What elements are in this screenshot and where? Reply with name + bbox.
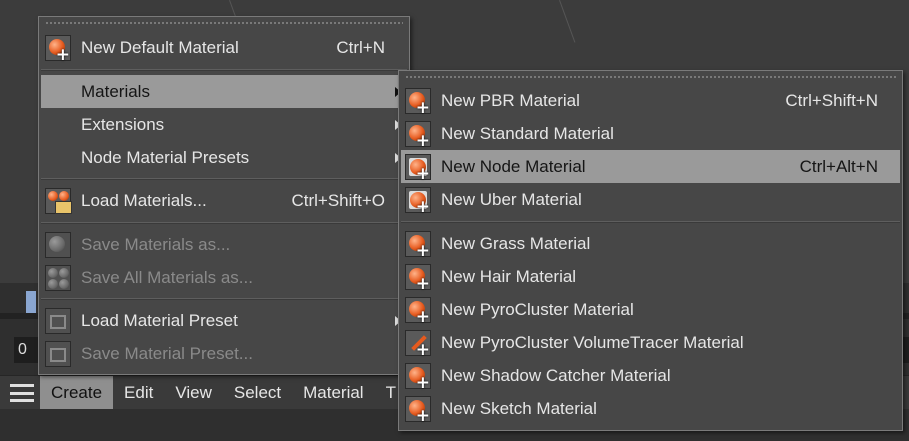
frame-field[interactable]: 0 — [14, 337, 40, 363]
menu-item-save-material-preset[interactable]: Save Material Preset... — [41, 337, 407, 370]
menu-create[interactable]: Create — [40, 376, 114, 410]
pbr-material-icon: + — [405, 88, 431, 117]
grass-material-icon: + — [405, 231, 431, 260]
load-preset-icon — [45, 308, 71, 334]
menu-item-new-shadow-catcher-material[interactable]: + New Shadow Catcher Material — [401, 359, 900, 392]
hair-material-icon: + — [405, 264, 431, 293]
new-material-icon: + — [45, 35, 71, 64]
menu-item-materials[interactable]: Materials — [41, 75, 407, 108]
save-preset-icon — [45, 341, 71, 367]
menu-separator — [41, 69, 407, 71]
menu-edit[interactable]: Edit — [113, 376, 164, 410]
viewport-grid-line — [559, 0, 576, 43]
sketch-material-icon: + — [405, 396, 431, 425]
pyrocluster-material-icon: + — [405, 297, 431, 326]
menu-separator — [41, 178, 407, 180]
menu-item-new-hair-material[interactable]: + New Hair Material — [401, 260, 900, 293]
menu-item-new-node-material[interactable]: + New Node Material Ctrl+Alt+N — [401, 150, 900, 183]
menu-item-new-default-material[interactable]: + New Default Material Ctrl+N — [41, 31, 407, 64]
pyrocluster-volumetracer-icon: + — [405, 330, 431, 359]
menu-item-new-standard-material[interactable]: + New Standard Material — [401, 117, 900, 150]
menu-item-save-all-materials-as[interactable]: Save All Materials as... — [41, 261, 407, 294]
menu-grip[interactable] — [45, 21, 403, 25]
menu-material[interactable]: Material — [292, 376, 374, 410]
menu-separator — [401, 221, 900, 223]
standard-material-icon: + — [405, 121, 431, 150]
menu-item-extensions[interactable]: Extensions — [41, 108, 407, 141]
menu-item-node-material-presets[interactable]: Node Material Presets — [41, 141, 407, 174]
create-menu: + New Default Material Ctrl+N Materials … — [38, 16, 410, 375]
menu-select[interactable]: Select — [223, 376, 292, 410]
menu-item-new-pyrocluster-material[interactable]: + New PyroCluster Material — [401, 293, 900, 326]
materials-submenu: + New PBR Material Ctrl+Shift+N + New St… — [398, 70, 903, 431]
menu-item-new-pbr-material[interactable]: + New PBR Material Ctrl+Shift+N — [401, 84, 900, 117]
menu-separator — [41, 222, 407, 224]
node-material-icon: + — [405, 154, 431, 183]
load-materials-icon — [45, 188, 72, 214]
menu-separator — [41, 298, 407, 300]
menu-item-new-sketch-material[interactable]: + New Sketch Material — [401, 392, 900, 425]
menu-item-load-material-preset[interactable]: Load Material Preset — [41, 304, 407, 337]
menu-grip[interactable] — [405, 75, 896, 79]
shadow-catcher-icon: + — [405, 363, 431, 392]
hamburger-menu-icon[interactable] — [10, 384, 34, 402]
uber-material-icon: + — [405, 187, 431, 216]
menu-item-new-grass-material[interactable]: + New Grass Material — [401, 227, 900, 260]
save-materials-icon — [45, 232, 71, 258]
menu-view[interactable]: View — [164, 376, 223, 410]
menu-item-load-materials[interactable]: Load Materials... Ctrl+Shift+O — [41, 184, 407, 217]
timeline-playhead[interactable] — [26, 291, 36, 313]
save-all-materials-icon — [45, 265, 71, 291]
menu-item-new-uber-material[interactable]: + New Uber Material — [401, 183, 900, 216]
menu-item-save-materials-as[interactable]: Save Materials as... — [41, 228, 407, 261]
menu-item-new-pyrocluster-volumetracer-material[interactable]: + New PyroCluster VolumeTracer Material — [401, 326, 900, 359]
